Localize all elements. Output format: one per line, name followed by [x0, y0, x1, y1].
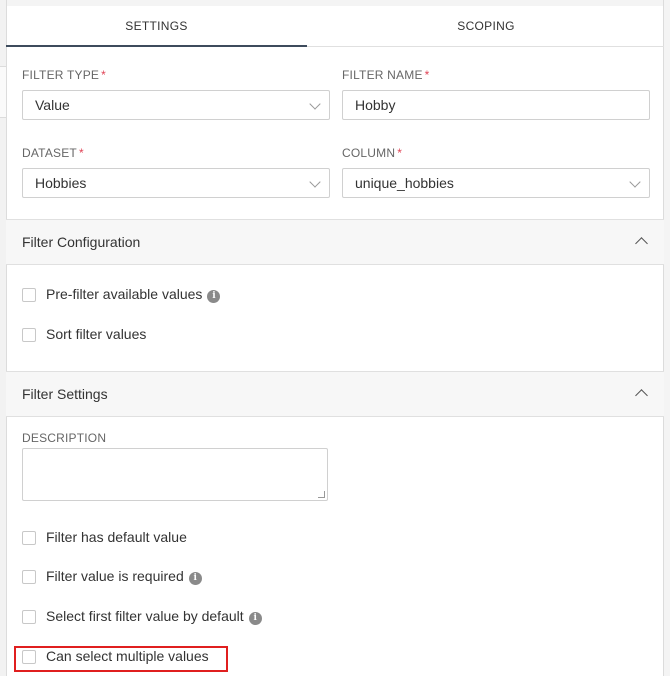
- value-required-checkbox[interactable]: [22, 570, 36, 584]
- chevron-down-icon: [629, 176, 641, 188]
- dataset-label-text: DATASET: [22, 146, 77, 160]
- pre-filter-checkbox[interactable]: [22, 288, 36, 302]
- filter-name-label-text: FILTER NAME: [342, 68, 423, 82]
- gutter-stub: [0, 66, 6, 118]
- info-icon[interactable]: i: [207, 290, 221, 303]
- filter-type-label: FILTER TYPE *: [22, 68, 106, 82]
- filter-type-label-text: FILTER TYPE: [22, 68, 100, 82]
- select-first-checkbox[interactable]: [22, 610, 36, 624]
- select-first-label-text: Select first filter value by default: [46, 608, 244, 624]
- filter-settings-title: Filter Settings: [22, 386, 108, 402]
- required-mark: *: [101, 68, 106, 82]
- filter-configuration-header[interactable]: Filter Configuration: [6, 219, 664, 265]
- sort-filter-label: Sort filter values: [46, 326, 147, 342]
- required-mark: *: [397, 146, 403, 160]
- tab-settings[interactable]: SETTINGS: [6, 6, 307, 47]
- info-icon[interactable]: i: [188, 572, 202, 585]
- tab-bar: SETTINGS SCOPING: [6, 6, 664, 47]
- filter-config-modal: SETTINGS SCOPING FILTER TYPE * Value FILT…: [0, 0, 670, 676]
- filter-settings-header[interactable]: Filter Settings: [6, 371, 664, 417]
- dataset-label: DATASET *: [22, 146, 84, 160]
- chevron-up-icon: [635, 389, 648, 402]
- filter-type-select[interactable]: Value: [22, 90, 330, 120]
- required-mark: *: [424, 68, 430, 82]
- filter-name-label: FILTER NAME *: [342, 68, 430, 82]
- description-label: DESCRIPTION: [22, 431, 107, 445]
- highlight-box: [14, 646, 228, 672]
- default-value-checkbox[interactable]: [22, 531, 36, 545]
- dataset-select[interactable]: Hobbies: [22, 168, 330, 198]
- description-textarea[interactable]: [22, 448, 328, 501]
- select-first-label: Select first filter value by default i: [46, 608, 262, 625]
- tab-scoping[interactable]: SCOPING: [336, 6, 636, 46]
- value-required-label-text: Filter value is required: [46, 568, 184, 584]
- scrollbar-track[interactable]: [663, 0, 670, 676]
- column-label: COLUMN *: [342, 146, 402, 160]
- left-gutter: [0, 0, 7, 676]
- column-value: unique_hobbies: [355, 175, 454, 191]
- chevron-up-icon: [635, 237, 648, 250]
- pre-filter-label-text: Pre-filter available values: [46, 286, 203, 302]
- value-required-label: Filter value is required i: [46, 568, 202, 585]
- resize-grip-icon[interactable]: [318, 491, 325, 498]
- sort-filter-checkbox[interactable]: [22, 328, 36, 342]
- filter-type-value: Value: [35, 97, 70, 113]
- filter-configuration-title: Filter Configuration: [22, 234, 141, 250]
- filter-name-input[interactable]: Hobby: [342, 90, 650, 120]
- column-select[interactable]: unique_hobbies: [342, 168, 650, 198]
- chevron-down-icon: [309, 176, 321, 188]
- filter-name-value: Hobby: [355, 97, 396, 113]
- required-mark: *: [78, 146, 84, 160]
- default-value-label: Filter has default value: [46, 529, 187, 545]
- info-icon[interactable]: i: [248, 612, 262, 625]
- chevron-down-icon: [309, 98, 321, 110]
- dataset-value: Hobbies: [35, 175, 87, 191]
- pre-filter-label: Pre-filter available values i: [46, 286, 221, 303]
- column-label-text: COLUMN: [342, 146, 396, 160]
